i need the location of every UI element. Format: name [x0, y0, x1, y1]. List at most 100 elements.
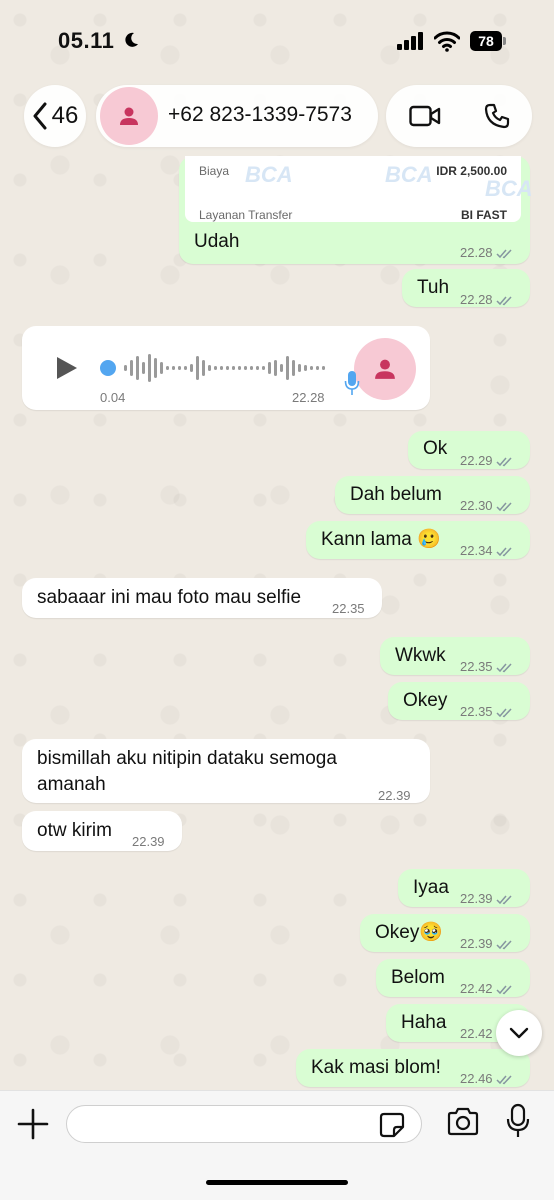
message-meta: 22.42 — [460, 976, 514, 1002]
battery-icon: 78 — [470, 31, 502, 51]
sticker-button[interactable] — [379, 1112, 405, 1138]
battery-tip — [503, 37, 506, 45]
scroll-to-bottom-button[interactable] — [496, 1010, 542, 1056]
message-meta: 22.42 — [460, 1021, 493, 1047]
double-check-icon — [496, 984, 512, 994]
message-meta: 22.39 — [378, 783, 411, 809]
double-check-icon — [496, 501, 512, 511]
outgoing-message[interactable]: Okey🥹 22.39 — [360, 914, 530, 952]
video-camera-icon — [408, 105, 440, 127]
outgoing-message[interactable]: Wkwk 22.35 — [380, 637, 530, 675]
message-meta: 22.46 — [460, 1066, 514, 1092]
service-label: Layanan Transfer — [199, 208, 293, 222]
message-text: Dah belum — [350, 484, 442, 505]
sender-avatar — [354, 338, 416, 400]
waveform[interactable] — [98, 350, 328, 386]
outgoing-message[interactable]: Kak masi blom! 22.46 — [296, 1049, 530, 1087]
back-button[interactable]: 46 — [24, 85, 86, 147]
message-time: 22.28 — [460, 245, 493, 260]
chevron-down-icon — [509, 1027, 529, 1039]
message-time: 22.46 — [460, 1071, 493, 1086]
message-time: 22.28 — [460, 292, 493, 307]
incoming-message[interactable]: sabaaar ini mau foto mau selfie 22.35 — [22, 578, 382, 618]
message-meta: 22.35 — [460, 654, 514, 680]
video-call-button[interactable] — [388, 85, 461, 147]
camera-icon — [447, 1107, 479, 1136]
outgoing-message[interactable]: Dah belum 22.30 — [335, 476, 530, 514]
outgoing-message[interactable]: Tuh 22.28 — [402, 269, 530, 307]
avatar — [100, 87, 158, 145]
voice-time: 22.28 — [292, 390, 325, 405]
microphone-icon — [344, 370, 360, 396]
incoming-message[interactable]: otw kirim 22.39 — [22, 811, 182, 851]
message-meta: 22.35 — [460, 699, 514, 725]
voice-elapsed: 0.04 — [100, 390, 126, 405]
message-text: Okey🥹 — [375, 922, 444, 943]
status-bar: 05.11 78 — [0, 0, 554, 80]
message-text: Iyaa — [413, 877, 449, 898]
message-time: 22.42 — [460, 1026, 493, 1041]
image-message-bubble[interactable]: BCA BCA BCA Biaya IDR 2,500.00 Layanan T… — [179, 156, 533, 266]
outgoing-message[interactable]: Belom 22.42 — [376, 959, 530, 997]
message-time: 22.34 — [460, 543, 493, 558]
microphone-icon — [506, 1103, 530, 1137]
double-check-icon — [496, 295, 512, 305]
double-check-icon — [496, 894, 512, 904]
bca-watermark: BCA — [385, 162, 433, 187]
message-time: 22.35 — [460, 659, 493, 674]
contact-info-button[interactable]: +62 823-1339-7573 — [96, 85, 378, 147]
message-time: 22.39 — [460, 936, 493, 951]
message-text: Belom — [391, 967, 445, 988]
message-meta: 22.34 — [460, 538, 514, 564]
outgoing-message[interactable]: Kann lama 🥲 22.34 — [306, 521, 530, 559]
double-check-icon — [496, 707, 512, 717]
signal-icon — [397, 32, 425, 50]
service-value: BI FAST — [460, 208, 507, 222]
message-text: Tuh — [417, 277, 450, 298]
bca-watermark: BCA — [245, 162, 293, 187]
fee-value: IDR 2,500.00 — [436, 164, 507, 178]
outgoing-message[interactable]: Iyaa 22.39 — [398, 869, 530, 907]
message-meta: 22.28 — [460, 240, 514, 266]
message-time: 22.39 — [132, 834, 165, 849]
play-icon — [57, 357, 77, 379]
double-check-icon — [496, 662, 512, 672]
double-check-icon — [496, 939, 512, 949]
double-check-icon — [496, 1074, 512, 1084]
message-text: Wkwk — [395, 645, 446, 666]
message-meta: 22.29 — [460, 448, 514, 474]
message-text: Okey — [403, 690, 448, 711]
message-time: 22.42 — [460, 981, 493, 996]
chat-header: 46 +62 823-1339-7573 — [0, 80, 554, 156]
call-actions — [386, 85, 532, 147]
voice-message[interactable]: 0.04 22.28 — [22, 326, 430, 410]
unread-count: 46 — [51, 102, 79, 129]
incoming-message[interactable]: bismillah aku nitipin dataku semoga aman… — [22, 739, 430, 803]
transfer-receipt-image[interactable]: BCA BCA BCA Biaya IDR 2,500.00 Layanan T… — [185, 156, 533, 222]
play-button[interactable] — [54, 354, 80, 382]
playhead-dot[interactable] — [100, 360, 116, 376]
person-icon — [375, 359, 395, 379]
moon-icon — [122, 31, 140, 54]
voice-record-button[interactable] — [506, 1103, 530, 1139]
message-time: 22.29 — [460, 453, 493, 468]
fee-label: Biaya — [199, 164, 230, 178]
attach-button[interactable] — [16, 1107, 50, 1141]
message-text: Udah — [194, 231, 240, 252]
voice-call-button[interactable] — [460, 85, 533, 147]
chevron-left-icon — [33, 102, 47, 130]
message-time: 22.30 — [460, 498, 493, 513]
person-icon — [120, 107, 138, 125]
message-time: 22.39 — [460, 891, 493, 906]
home-indicator — [206, 1180, 348, 1185]
outgoing-message[interactable]: Okey 22.35 — [388, 682, 530, 720]
outgoing-message[interactable]: Ok 22.29 — [408, 431, 530, 469]
message-time: 22.39 — [378, 788, 411, 803]
camera-button[interactable] — [446, 1107, 480, 1137]
message-input[interactable] — [66, 1105, 422, 1143]
double-check-icon — [496, 546, 512, 556]
message-text-line: amanah — [37, 774, 106, 795]
message-meta: 22.39 — [460, 886, 514, 912]
contact-name: +62 823-1339-7573 — [168, 103, 352, 126]
status-time: 05.11 — [58, 28, 115, 53]
